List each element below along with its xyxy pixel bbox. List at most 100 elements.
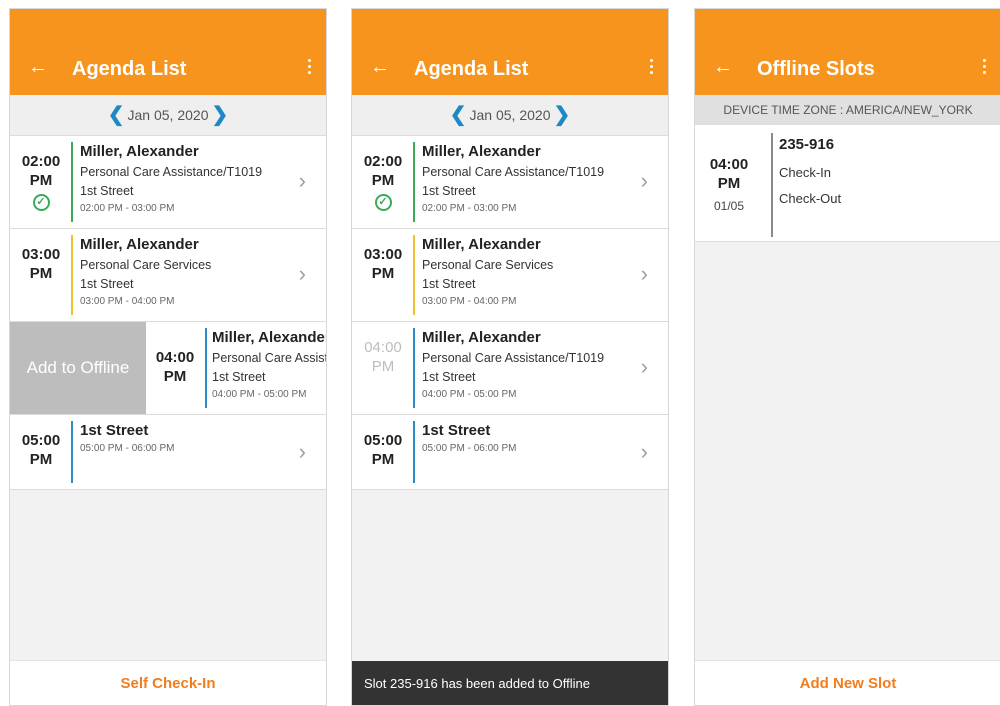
- time-span: 03:00 PM - 04:00 PM: [422, 296, 517, 307]
- chevron-right-icon[interactable]: ❯: [208, 105, 231, 125]
- agenda-row[interactable]: 02:00 PM ✓ Miller, Alexander Personal Ca…: [352, 136, 668, 229]
- self-check-in-button[interactable]: Self Check-In: [10, 660, 326, 705]
- service-name: Personal Care Assistance/T1019: [80, 165, 263, 179]
- time-ampm: PM: [29, 172, 53, 189]
- row-time: 03:00 PM: [358, 245, 408, 283]
- status-bar: [413, 235, 415, 315]
- chevron-right-icon[interactable]: ›: [641, 170, 648, 192]
- chevron-left-icon[interactable]: ❮: [105, 105, 128, 125]
- chevron-right-icon[interactable]: ›: [641, 356, 648, 378]
- timezone-banner: DEVICE TIME ZONE : AMERICA/NEW_YORK: [695, 95, 1000, 125]
- chevron-right-icon[interactable]: ›: [299, 170, 306, 192]
- agenda-list: 02:00 PM ✓ Miller, Alexander Personal Ca…: [352, 136, 668, 490]
- back-arrow-icon[interactable]: ←: [713, 57, 733, 77]
- address: 1st Street: [212, 370, 266, 384]
- row-info: Miller, Alexander Personal Care Assistan…: [422, 328, 628, 403]
- time-value: 03:00: [363, 246, 403, 263]
- agenda-row[interactable]: 02:00 PM ✓ Miller, Alexander Personal Ca…: [10, 136, 326, 229]
- chevron-right-icon[interactable]: ›: [641, 441, 648, 463]
- agenda-list: 02:00 PM ✓ Miller, Alexander Personal Ca…: [10, 136, 326, 490]
- time-value: 02:00: [21, 153, 61, 170]
- time-span: 02:00 PM - 03:00 PM: [80, 203, 175, 214]
- more-vert-icon[interactable]: [308, 59, 312, 77]
- current-date: Jan 05, 2020: [469, 107, 551, 123]
- service-name: Personal Care Assistance/T1019: [422, 165, 605, 179]
- more-vert-icon[interactable]: [983, 59, 987, 77]
- client-name: Miller, Alexander: [422, 236, 541, 253]
- time-value: 04:00: [364, 339, 402, 356]
- offline-slot-row[interactable]: 04:00 PM 01/05 235-916 Check-In Check-Ou…: [695, 125, 1000, 242]
- row-info: 1st Street 05:00 PM - 06:00 PM: [80, 421, 286, 457]
- row-time: 04:00 PM: [150, 348, 200, 386]
- app-bar: ← Agenda List: [10, 9, 326, 95]
- address: 1st Street: [80, 184, 134, 198]
- status-bar: [71, 235, 73, 315]
- chevron-right-icon[interactable]: ›: [299, 263, 306, 285]
- address-title: 1st Street: [80, 422, 149, 439]
- status-bar: [413, 142, 415, 222]
- row-time: 05:00 PM: [16, 431, 66, 469]
- service-name: Personal Care Assist: [212, 351, 326, 365]
- page-title: Agenda List: [72, 58, 187, 80]
- time-value: 05:00: [363, 432, 403, 449]
- agenda-row[interactable]: 03:00 PM Miller, Alexander Personal Care…: [10, 229, 326, 322]
- client-name: Miller, Alexander: [422, 143, 541, 160]
- service-name: Personal Care Assistance/T1019: [422, 351, 605, 365]
- time-span: 04:00 PM - 05:00 PM: [422, 389, 517, 400]
- chevron-right-icon[interactable]: ›: [641, 263, 648, 285]
- add-to-offline-button[interactable]: Add to Offline: [10, 322, 146, 414]
- add-new-slot-button[interactable]: Add New Slot: [695, 660, 1000, 705]
- time-span: 05:00 PM - 06:00 PM: [422, 443, 517, 454]
- date-navigator: ❮ Jan 05, 2020 ❯: [10, 95, 326, 136]
- address: 1st Street: [422, 277, 476, 291]
- agenda-row[interactable]: 03:00 PM Miller, Alexander Personal Care…: [352, 229, 668, 322]
- address: 1st Street: [422, 370, 476, 384]
- app-bar: ← Agenda List: [352, 9, 668, 95]
- client-name: Miller, Alexander: [212, 329, 326, 346]
- back-arrow-icon[interactable]: ←: [370, 57, 390, 77]
- row-info: Miller, Alexander Personal Care Assistan…: [80, 142, 286, 217]
- service-name: Personal Care Services: [80, 258, 212, 272]
- chevron-right-icon[interactable]: ›: [299, 441, 306, 463]
- back-arrow-icon[interactable]: ←: [28, 57, 48, 77]
- agenda-row-swiped[interactable]: Add to Offline 04:00 PM Miller, Alexande…: [10, 322, 326, 415]
- status-bar: [205, 328, 207, 408]
- row-info: Miller, Alexander Personal Care Services…: [422, 235, 628, 310]
- date-navigator: ❮ Jan 05, 2020 ❯: [352, 95, 668, 136]
- time-value: 04:00: [709, 156, 749, 173]
- check-circle-icon: ✓: [374, 194, 392, 211]
- slot-time: 04:00 PM 01/05: [703, 155, 755, 213]
- service-name: Personal Care Services: [422, 258, 554, 272]
- swiped-row-content[interactable]: 04:00 PM Miller, Alexander Personal Care…: [146, 322, 326, 414]
- row-time: 03:00 PM: [16, 245, 66, 283]
- client-name: Miller, Alexander: [80, 236, 199, 253]
- client-name: Miller, Alexander: [80, 143, 199, 160]
- slot-date: 01/05: [713, 199, 745, 213]
- row-time: 04:00 PM: [358, 338, 408, 376]
- agenda-row-offline[interactable]: 04:00 PM Miller, Alexander Personal Care…: [352, 322, 668, 415]
- slot-id: 235-916: [779, 136, 835, 153]
- row-time: 02:00 PM ✓: [16, 152, 66, 211]
- snackbar-message: Slot 235-916 has been added to Offline: [352, 661, 668, 705]
- chevron-right-icon[interactable]: ❯: [550, 105, 573, 125]
- time-value: 05:00: [21, 432, 61, 449]
- address: 1st Street: [80, 277, 134, 291]
- time-ampm: PM: [29, 265, 53, 282]
- agenda-row[interactable]: 05:00 PM 1st Street 05:00 PM - 06:00 PM …: [10, 415, 326, 490]
- time-value: 03:00: [21, 246, 61, 263]
- time-value: 02:00: [363, 153, 403, 170]
- time-span: 05:00 PM - 06:00 PM: [80, 443, 175, 454]
- agenda-row[interactable]: 05:00 PM 1st Street 05:00 PM - 06:00 PM …: [352, 415, 668, 490]
- row-info: Miller, Alexander Personal Care Services…: [80, 235, 286, 310]
- row-info: 1st Street 05:00 PM - 06:00 PM: [422, 421, 628, 457]
- page-title: Offline Slots: [757, 58, 875, 80]
- check-out-event[interactable]: Check-Out: [779, 189, 841, 209]
- more-vert-icon[interactable]: [650, 59, 654, 77]
- slot-info: 235-916 Check-In Check-Out: [779, 135, 841, 209]
- page-title: Agenda List: [414, 58, 529, 80]
- status-bar: [71, 421, 73, 483]
- row-time: 02:00 PM ✓: [358, 152, 408, 211]
- check-in-event[interactable]: Check-In: [779, 163, 841, 183]
- status-bar: [71, 142, 73, 222]
- chevron-left-icon[interactable]: ❮: [447, 105, 470, 125]
